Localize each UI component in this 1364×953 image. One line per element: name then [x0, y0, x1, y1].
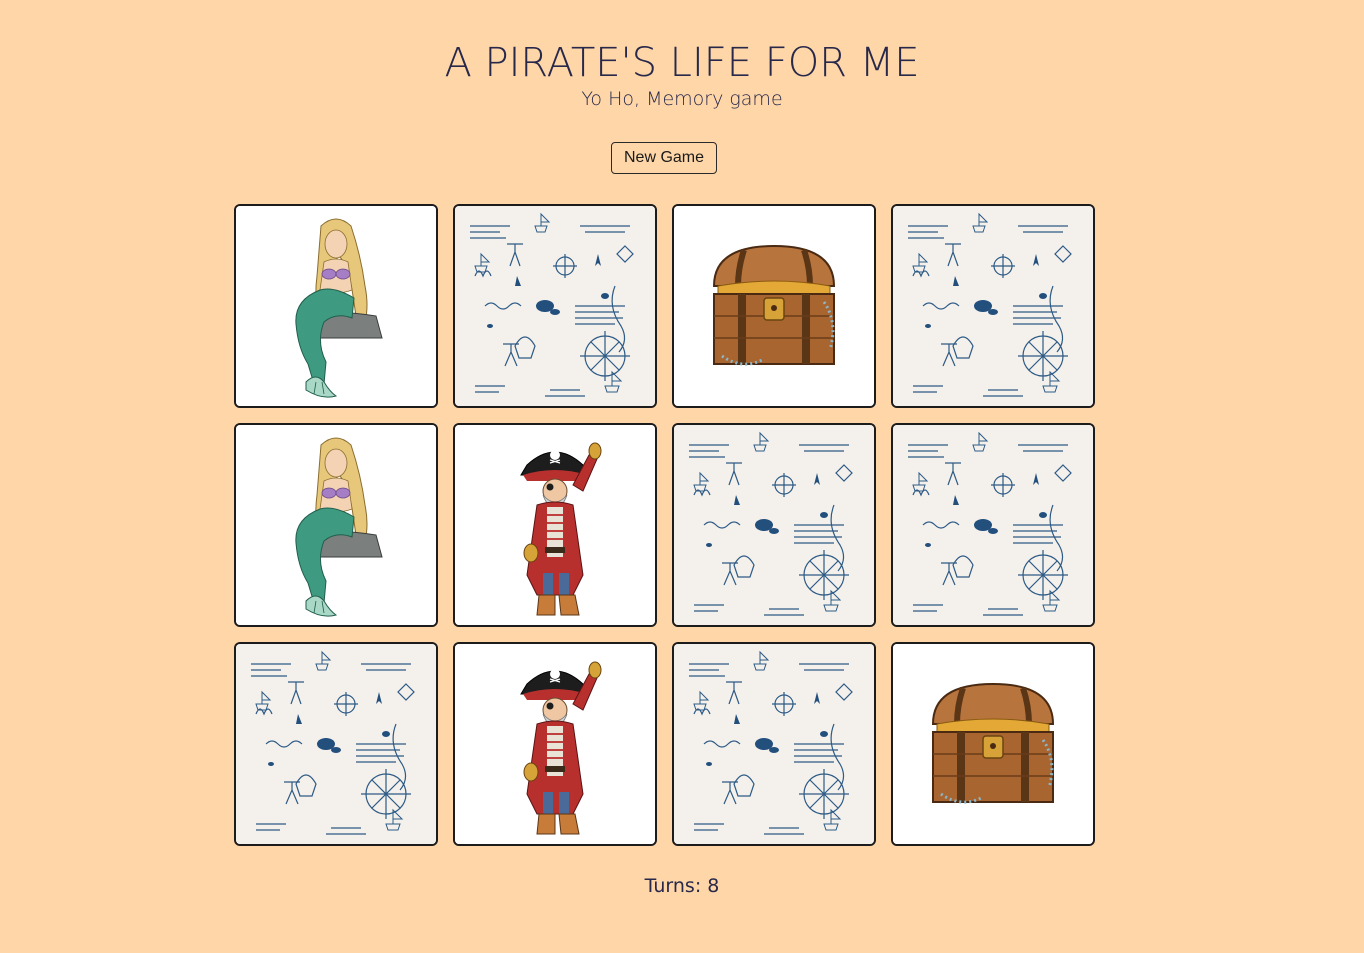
mermaid-icon — [236, 425, 436, 625]
pirate-captain-icon — [455, 644, 655, 844]
nautical-map-pattern-icon — [674, 425, 874, 625]
memory-card-face-down[interactable] — [234, 642, 438, 846]
memory-card-face-down[interactable] — [672, 642, 876, 846]
treasure-chest-icon — [674, 206, 874, 406]
memory-card-face-down[interactable] — [891, 204, 1095, 408]
nautical-map-pattern-icon — [236, 644, 436, 844]
mermaid-icon — [236, 206, 436, 406]
treasure-chest-icon — [893, 644, 1093, 844]
nautical-map-pattern-icon — [674, 644, 874, 844]
nautical-map-pattern-icon — [893, 206, 1093, 406]
pirate-captain-icon — [455, 425, 655, 625]
memory-card-face-down[interactable] — [672, 423, 876, 627]
memory-game-page: A PIRATE'S LIFE FOR ME Yo Ho, Memory gam… — [0, 0, 1364, 953]
memory-card-pirate-captain[interactable] — [453, 642, 657, 846]
memory-card-mermaid[interactable] — [234, 423, 438, 627]
nautical-map-pattern-icon — [893, 425, 1093, 625]
memory-card-treasure-chest[interactable] — [891, 642, 1095, 846]
memory-card-face-down[interactable] — [891, 423, 1095, 627]
turns-counter: Turns: 8 — [644, 875, 720, 897]
memory-card-treasure-chest[interactable] — [672, 204, 876, 408]
page-title: A PIRATE'S LIFE FOR ME — [444, 40, 920, 86]
memory-card-face-down[interactable] — [453, 204, 657, 408]
new-game-button[interactable]: New Game — [611, 142, 717, 174]
nautical-map-pattern-icon — [455, 206, 655, 406]
page-subtitle: Yo Ho, Memory game — [581, 88, 783, 110]
memory-card-mermaid[interactable] — [234, 204, 438, 408]
memory-card-pirate-captain[interactable] — [453, 423, 657, 627]
